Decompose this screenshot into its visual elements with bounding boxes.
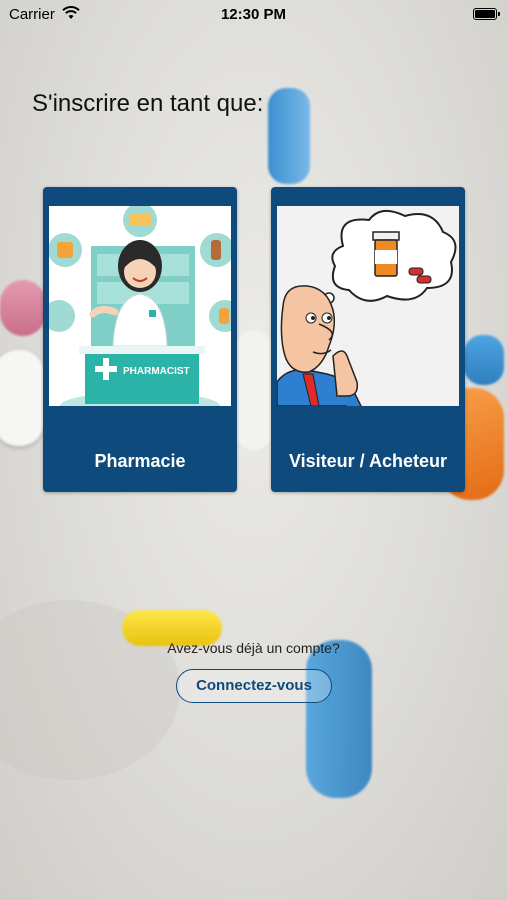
visitor-buyer-card[interactable]: Visiteur / Acheteur bbox=[271, 187, 465, 492]
pink-pill-decoration bbox=[0, 280, 46, 336]
white-pill-decoration bbox=[0, 350, 44, 446]
pharmacist-illustration: PHARMACIST bbox=[49, 206, 231, 406]
pharmacy-card-label: Pharmacie bbox=[94, 451, 186, 471]
blue-pill-right-decoration bbox=[464, 335, 504, 385]
login-button[interactable]: Connectez-vous bbox=[176, 669, 332, 703]
blue-capsule-decoration bbox=[306, 640, 372, 798]
white-capsule-decoration bbox=[236, 330, 272, 450]
status-bar: Carrier 12:30 PM bbox=[0, 0, 507, 30]
clock: 12:30 PM bbox=[220, 6, 287, 23]
battery-icon bbox=[473, 8, 500, 20]
pharmacist-sign-text: PHARMACIST bbox=[123, 366, 190, 377]
account-question: Avez-vous déjà un compte? bbox=[167, 640, 340, 656]
visitor-buyer-card-label: Visiteur / Acheteur bbox=[288, 451, 448, 471]
page-title: S'inscrire en tant que: bbox=[32, 90, 264, 117]
pharmacy-card[interactable]: PHARMACIST Pharmacie bbox=[43, 187, 237, 492]
blue-pill-decoration bbox=[268, 88, 310, 184]
thinking-man-illustration bbox=[277, 206, 459, 406]
